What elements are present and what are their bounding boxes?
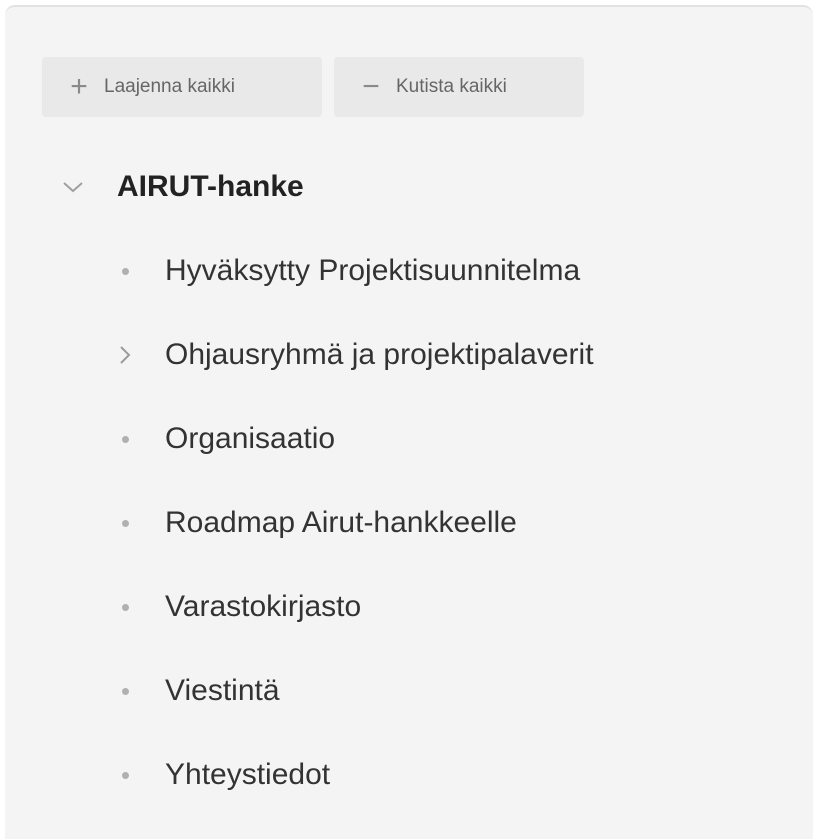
tree-item-roadmap-airut-hankkeelle[interactable]: Roadmap Airut-hankkeelle (115, 493, 517, 553)
tree-item-label[interactable]: Viestintä (165, 674, 280, 708)
tree-item-label[interactable]: Ohjausryhmä ja projektipalaverit (165, 338, 594, 372)
tree-item-varastokirjasto[interactable]: Varastokirjasto (115, 577, 361, 637)
tree-item-ohjausryhma-ja-projektipalaverit[interactable]: Ohjausryhmä ja projektipalaverit (115, 325, 594, 385)
bullet-icon (115, 771, 135, 779)
bullet-icon (115, 603, 135, 611)
tree-item-label[interactable]: Yhteystiedot (165, 758, 330, 792)
tree-item-label[interactable]: Hyväksytty Projektisuunnitelma (165, 254, 580, 288)
bullet-icon (115, 519, 135, 527)
tree-item-organisaatio[interactable]: Organisaatio (115, 409, 335, 469)
tree-root-label[interactable]: AIRUT-hanke (117, 170, 304, 204)
page-tree: AIRUT-hanke Hyväksytty Projektisuunnitel… (5, 7, 813, 839)
tree-item-yhteystiedot[interactable]: Yhteystiedot (115, 745, 330, 805)
chevron-right-icon[interactable] (115, 345, 135, 365)
tree-item-label[interactable]: Roadmap Airut-hankkeelle (165, 506, 517, 540)
bullet-icon (115, 687, 135, 695)
tree-item-hyvaksytty-projektisuunnitelma[interactable]: Hyväksytty Projektisuunnitelma (115, 241, 580, 301)
tree-root-item[interactable]: AIRUT-hanke (59, 157, 304, 217)
chevron-down-icon[interactable] (59, 180, 87, 194)
tree-item-label[interactable]: Organisaatio (165, 422, 335, 456)
bullet-icon (115, 435, 135, 443)
bullet-icon (115, 267, 135, 275)
tree-navigation-panel: + Laajenna kaikki − Kutista kaikki AIRUT… (5, 5, 813, 839)
tree-item-label[interactable]: Varastokirjasto (165, 590, 361, 624)
tree-item-viestinta[interactable]: Viestintä (115, 661, 280, 721)
